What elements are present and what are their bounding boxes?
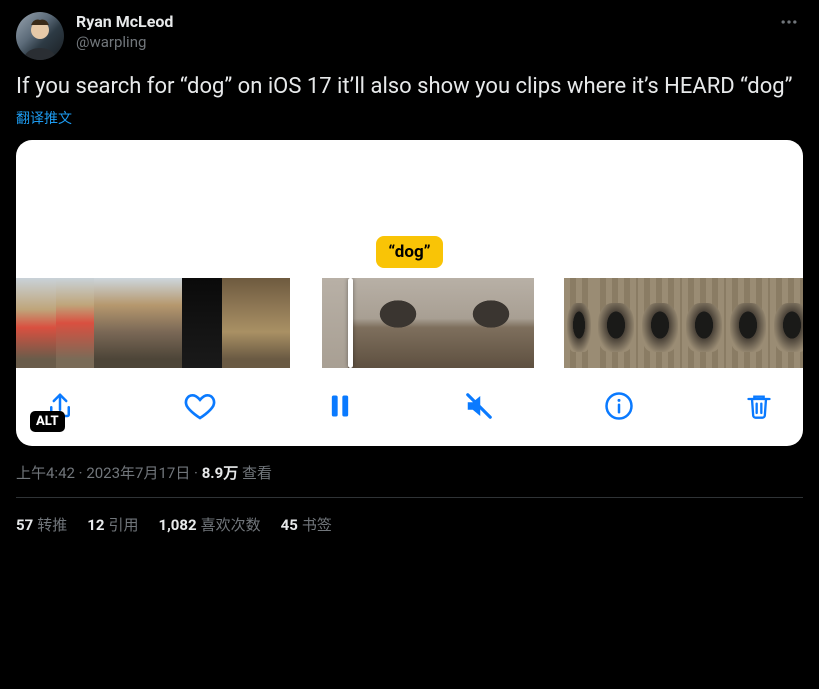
thumbnail: [182, 278, 222, 368]
tweet-time[interactable]: 上午4:42: [16, 464, 75, 482]
thumbnail: [222, 278, 266, 368]
thumbnail: [564, 278, 594, 368]
thumbnail: [348, 278, 448, 368]
clip-group-2[interactable]: [322, 278, 534, 368]
translate-link[interactable]: 翻译推文: [16, 108, 72, 128]
thumbnail: [56, 278, 94, 368]
thumbnail: [322, 278, 348, 368]
handle: @warpling: [76, 32, 775, 52]
avatar[interactable]: [16, 12, 64, 60]
tweet-header: Ryan McLeod @warpling: [16, 12, 803, 60]
timeline-strip[interactable]: [16, 278, 803, 368]
tweet-stats: 57转推 12引用 1,082喜欢次数 45书签: [16, 498, 803, 535]
views-count: 8.9万: [202, 464, 239, 482]
alt-badge[interactable]: ALT: [30, 411, 65, 432]
display-name: Ryan McLeod: [76, 12, 775, 32]
stat-quotes[interactable]: 12引用: [87, 514, 138, 535]
stat-likes[interactable]: 1,082喜欢次数: [158, 514, 260, 535]
tweet-text: If you search for “dog” on iOS 17 it’ll …: [16, 72, 803, 102]
thumbnail: [726, 278, 770, 368]
thumbnail: [16, 278, 56, 368]
thumbnail: [682, 278, 726, 368]
author-names[interactable]: Ryan McLeod @warpling: [76, 12, 775, 52]
clip-group-1[interactable]: [16, 278, 290, 368]
thumbnail: [770, 278, 803, 368]
trash-button[interactable]: [743, 390, 775, 422]
mute-button[interactable]: [463, 390, 495, 422]
views-label: 查看: [238, 464, 272, 482]
thumbnail: [94, 278, 138, 368]
thumbnail: [138, 278, 182, 368]
media-card[interactable]: “dog”: [16, 140, 803, 446]
tweet-container: Ryan McLeod @warpling If you search for …: [0, 0, 819, 547]
search-term-label: “dog”: [376, 236, 442, 268]
info-button[interactable]: [603, 390, 635, 422]
like-button[interactable]: [184, 390, 216, 422]
clip-group-3[interactable]: [564, 278, 803, 368]
tweet-meta: 上午4:42 · 2023年7月17日 · 8.9万 查看: [16, 462, 803, 483]
more-button[interactable]: [775, 8, 803, 40]
thumbnail: [448, 278, 534, 368]
stat-retweets[interactable]: 57转推: [16, 514, 67, 535]
stat-bookmarks[interactable]: 45书签: [281, 514, 332, 535]
thumbnail: [638, 278, 682, 368]
playhead[interactable]: [348, 278, 353, 368]
thumbnail: [266, 278, 290, 368]
thumbnail: [594, 278, 638, 368]
tweet-date[interactable]: 2023年7月17日: [86, 464, 190, 482]
pause-button[interactable]: [324, 390, 356, 422]
media-toolbar: [16, 368, 803, 446]
